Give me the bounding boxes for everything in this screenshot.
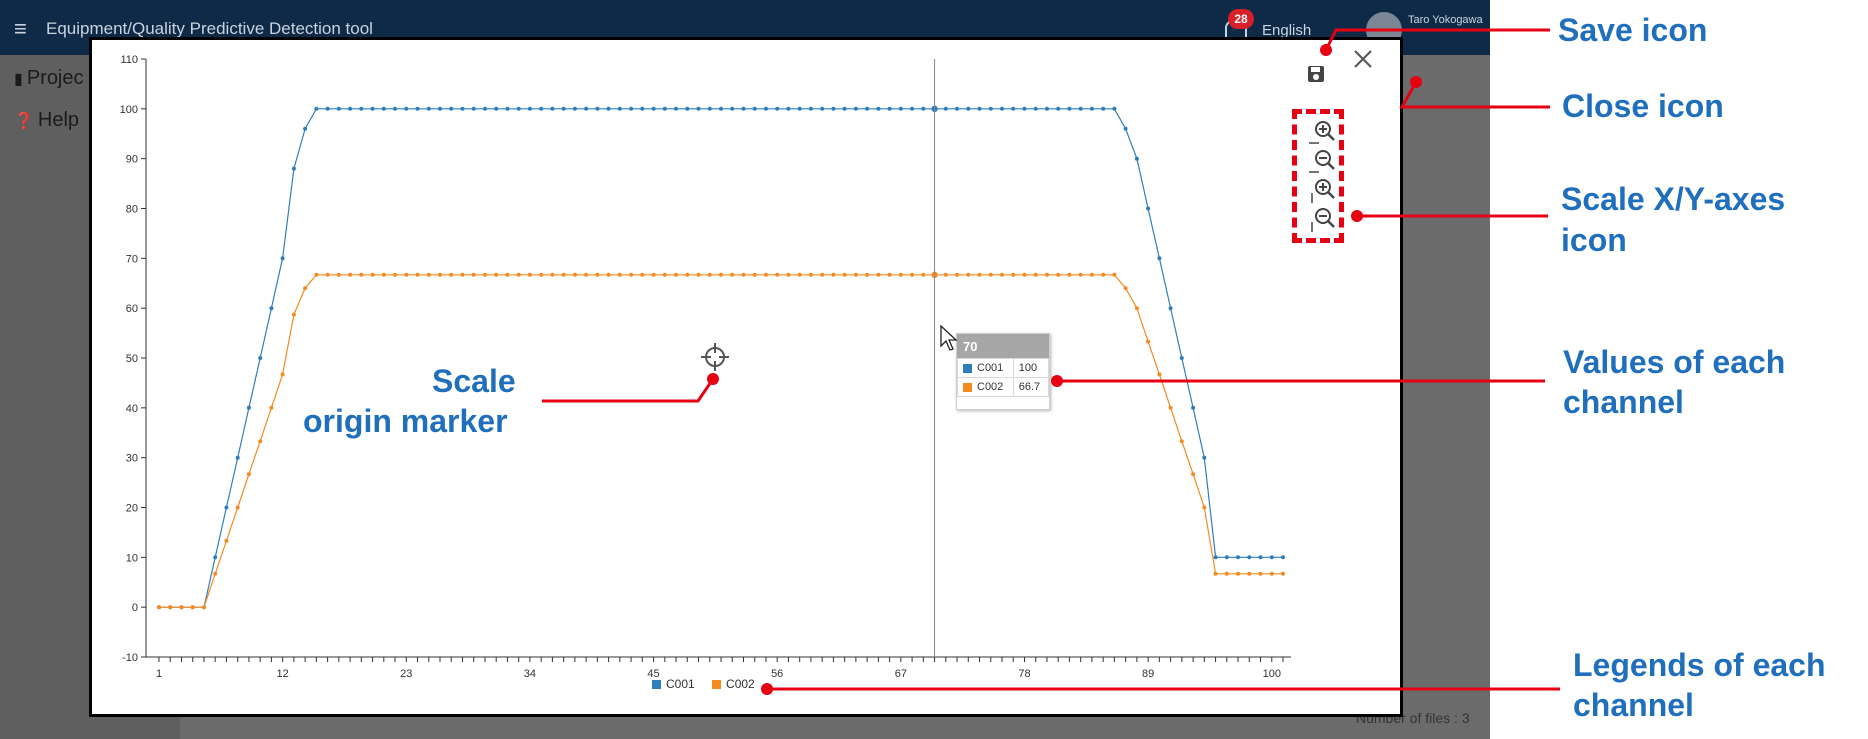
annotation-close: Close icon — [1562, 88, 1724, 124]
annotation-save: Save icon — [1558, 12, 1708, 48]
origin-callout-line — [542, 378, 715, 403]
annotation-scale-1: Scale X/Y-axes — [1561, 181, 1786, 217]
annotation-values-2: channel — [1563, 384, 1684, 420]
save-callout-dot — [1320, 44, 1332, 56]
origin-callout-dot — [707, 373, 719, 385]
scale-callout-dot — [1351, 210, 1363, 222]
annotation-legend-1: Legends of each — [1573, 647, 1826, 683]
values-callout-dot — [1051, 375, 1063, 387]
annotation-origin-1: Scale — [432, 363, 516, 399]
annotation-origin-2: origin marker — [303, 403, 508, 439]
annotation-values-1: Values of each — [1563, 344, 1786, 380]
close-callout-dot — [1410, 76, 1422, 88]
save-callout-line — [1324, 28, 1550, 51]
legend-callout-dot — [761, 683, 773, 695]
annotation-scale-2: icon — [1561, 222, 1627, 258]
close-callout-line — [1399, 81, 1550, 109]
annotation-legend-2: channel — [1573, 687, 1694, 723]
